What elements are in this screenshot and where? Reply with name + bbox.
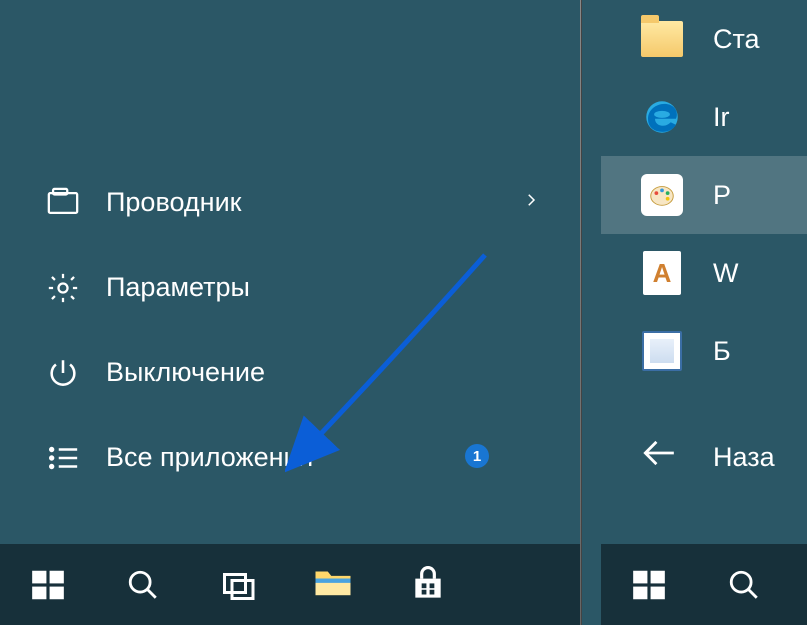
explorer-icon <box>46 186 80 220</box>
search-button-right[interactable] <box>696 544 791 625</box>
app-label: Ста <box>713 24 760 55</box>
app-list: Ста Ir P A W Б <box>601 0 807 390</box>
start-menu-left: Проводник Параметры <box>0 0 570 625</box>
document-icon <box>639 328 685 374</box>
explorer-label: Проводник <box>106 187 241 218</box>
power-icon <box>46 356 80 390</box>
back-arrow-icon <box>639 434 685 482</box>
app-list-pane: Ста Ir P A W Б <box>601 0 807 625</box>
explorer-menu-item[interactable]: Проводник <box>0 160 570 245</box>
chevron-right-icon <box>522 191 540 215</box>
search-button[interactable] <box>95 544 190 625</box>
taskbar-left <box>0 544 580 625</box>
power-menu-item[interactable]: Выключение <box>0 330 570 415</box>
all-apps-icon <box>46 441 80 475</box>
annotation-badge: 1 <box>465 444 489 468</box>
internet-explorer-icon <box>639 94 685 140</box>
folder-icon <box>639 16 685 62</box>
app-label: Ir <box>713 102 730 133</box>
back-button[interactable]: Наза <box>601 415 775 500</box>
task-view-button[interactable] <box>190 544 285 625</box>
gear-icon <box>46 271 80 305</box>
app-item-paint[interactable]: P <box>601 156 807 234</box>
settings-menu-item[interactable]: Параметры <box>0 245 570 330</box>
store-icon <box>409 566 447 604</box>
pane-divider <box>580 0 582 625</box>
start-button-right[interactable] <box>601 544 696 625</box>
app-item-folder[interactable]: Ста <box>601 0 807 78</box>
paint-icon <box>639 172 685 218</box>
search-icon <box>727 568 761 602</box>
app-label: Б <box>713 336 731 367</box>
all-apps-label: Все приложения <box>106 442 313 473</box>
app-item-box[interactable]: Б <box>601 312 807 390</box>
start-button[interactable] <box>0 544 95 625</box>
windows-logo-icon <box>29 566 67 604</box>
back-label: Наза <box>713 442 775 473</box>
file-explorer-icon <box>312 564 354 605</box>
windows-logo-icon <box>630 566 668 604</box>
app-label: W <box>713 258 738 289</box>
search-icon <box>126 568 160 602</box>
taskbar-right <box>601 544 807 625</box>
wordpad-icon: A <box>639 250 685 296</box>
app-item-ie[interactable]: Ir <box>601 78 807 156</box>
settings-label: Параметры <box>106 272 250 303</box>
file-explorer-taskbar-button[interactable] <box>285 544 380 625</box>
power-label: Выключение <box>106 357 265 388</box>
task-view-icon <box>220 567 256 603</box>
store-taskbar-button[interactable] <box>380 544 475 625</box>
app-item-wordpad[interactable]: A W <box>601 234 807 312</box>
app-label: P <box>713 180 731 211</box>
